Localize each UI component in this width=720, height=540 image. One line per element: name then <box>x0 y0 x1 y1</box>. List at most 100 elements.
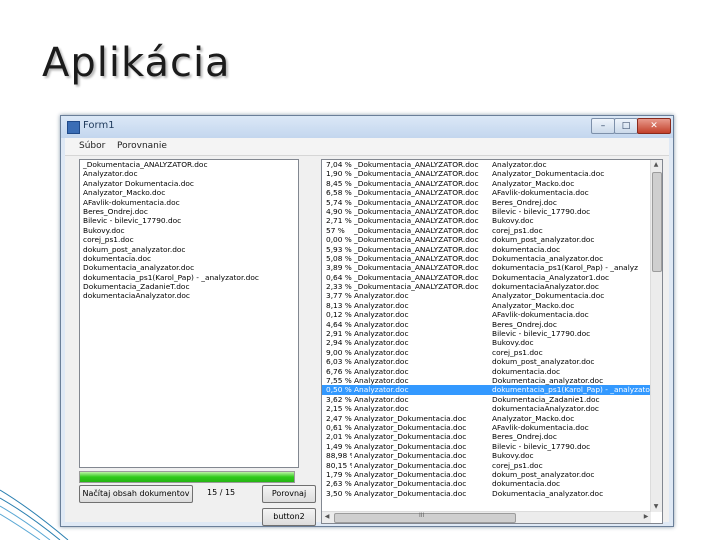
file-list-item[interactable]: Analyzator_Macko.doc <box>80 188 298 197</box>
result-row[interactable]: 5,74 % _Dokumentacia_ANALYZATOR.doc Beres_… <box>322 198 650 207</box>
scroll-down-icon[interactable]: ▼ <box>651 502 661 512</box>
result-row[interactable]: 0,50 % Analyzator.doc dokumentacia_ps1(Kar… <box>322 385 650 395</box>
result-row[interactable]: 6,76 % Analyzator.doc dokumentacia.doc <box>322 367 650 376</box>
result-row[interactable]: 5,93 % _Dokumentacia_ANALYZATOR.doc dokume… <box>322 245 650 254</box>
result-row[interactable]: 57 % _Dokumentacia_ANALYZATOR.doc corej_ps… <box>322 226 650 235</box>
result-row[interactable]: 0,61 % Analyzator_Dokumentacia.doc AFavlik… <box>322 423 650 432</box>
result-row[interactable]: 0,64 % _Dokumentacia_ANALYZATOR.doc Dokume… <box>322 273 650 282</box>
close-button[interactable]: ✕ <box>637 118 671 134</box>
vertical-scroll-thumb[interactable] <box>652 172 662 272</box>
result-row[interactable]: 3,89 % _Dokumentacia_ANALYZATOR.doc dokume… <box>322 263 650 272</box>
result-doc-b: dokumentacia.doc <box>492 244 561 254</box>
result-row[interactable]: 1,49 % Analyzator_Dokumentacia.doc Bilevic… <box>322 442 650 451</box>
result-doc-a: Analyzator.doc <box>354 291 409 301</box>
file-list-item[interactable]: dokumentacia_ps1(Karol_Pap) - _analyzato… <box>80 273 298 282</box>
result-doc-a: Analyzator.doc <box>354 366 409 376</box>
result-row[interactable]: 8,45 % _Dokumentacia_ANALYZATOR.doc Analyz… <box>322 179 650 188</box>
file-list-item[interactable]: dokumentacia.doc <box>80 254 298 263</box>
result-doc-a: _Dokumentacia_ANALYZATOR.doc <box>354 282 479 292</box>
window-title: Form1 <box>83 120 115 131</box>
file-list-item[interactable]: Bukovy.doc <box>80 226 298 235</box>
result-row[interactable]: 0,12 % Analyzator.doc AFavlik-dokumentacia… <box>322 310 650 319</box>
result-row[interactable]: 3,62 % Analyzator.doc Dokumentacia_Zadanie… <box>322 395 650 404</box>
file-list-item[interactable]: Analyzator Dokumentacia.doc <box>80 179 298 188</box>
vertical-scrollbar[interactable]: ▲ ▼ <box>650 160 662 512</box>
result-doc-a: Analyzator.doc <box>354 385 409 395</box>
maximize-button[interactable]: □ <box>614 118 638 134</box>
result-row[interactable]: 2,91 % Analyzator.doc Bilevic - bilevic_17… <box>322 329 650 338</box>
result-similarity: 6,03 % <box>326 357 352 367</box>
result-row[interactable]: 88,98 %Analyzator_Dokumentacia.doc Bukovy… <box>322 451 650 460</box>
results-list-box[interactable]: 7,04 % _Dokumentacia_ANALYZATOR.doc Analyz… <box>321 159 663 524</box>
result-similarity: 4,90 % <box>326 206 352 216</box>
menu-porovnanie[interactable]: Porovnanie <box>117 141 167 151</box>
scroll-right-icon[interactable]: ▶ <box>641 512 651 522</box>
load-documents-button[interactable]: Načítaj obsah dokumentov <box>79 485 193 503</box>
result-row[interactable]: 9,00 % Analyzator.doc corej_ps1.doc <box>322 348 650 357</box>
result-row[interactable]: 2,63 % Analyzator_Dokumentacia.doc dokumen… <box>322 479 650 488</box>
result-doc-b: AFavlik-dokumentacia.doc <box>492 188 589 198</box>
file-list-item[interactable]: _Dokumentacia_ANALYZATOR.doc <box>80 160 298 169</box>
result-doc-b: Bilevic - bilevic_17790.doc <box>492 206 591 216</box>
result-similarity: 2,63 % <box>326 479 352 489</box>
result-row[interactable]: 1,79 % Analyzator_Dokumentacia.doc dokum_p… <box>322 470 650 479</box>
result-similarity: 6,58 % <box>326 188 352 198</box>
file-list-item[interactable]: Bilevic - bilevic_17790.doc <box>80 216 298 225</box>
file-list-item[interactable]: dokumentaciaAnalyzator.doc <box>80 291 298 300</box>
document-count: 15 / 15 <box>207 488 236 497</box>
result-doc-a: Analyzator.doc <box>354 319 409 329</box>
file-list-item[interactable]: Dokumentacia_ZadanieT.doc <box>80 282 298 291</box>
result-row[interactable]: 0,00 % _Dokumentacia_ANALYZATOR.doc dokum_… <box>322 235 650 244</box>
result-row[interactable]: 7,55 % Analyzator.doc Dokumentacia_analyza… <box>322 376 650 385</box>
compare-button[interactable]: Porovnaj <box>262 485 316 503</box>
result-doc-b: dokumentacia_ps1(Karol_Pap) - _analyz <box>492 263 639 273</box>
result-similarity: 3,89 % <box>326 263 352 273</box>
menu-subor[interactable]: Súbor <box>79 141 105 151</box>
horizontal-scrollbar[interactable]: ◀ III ▶ <box>322 511 651 523</box>
minimize-button[interactable]: – <box>591 118 615 134</box>
result-row[interactable]: 8,13 % Analyzator.doc Analyzator_Macko.doc <box>322 301 650 310</box>
result-similarity: 5,08 % <box>326 253 352 263</box>
result-row[interactable]: 6,03 % Analyzator.doc dokum_post_analyzato… <box>322 357 650 366</box>
result-row[interactable]: 2,47 % Analyzator_Dokumentacia.doc Analyza… <box>322 414 650 423</box>
result-row[interactable]: 1,90 % _Dokumentacia_ANALYZATOR.doc Analyz… <box>322 169 650 178</box>
app-icon <box>67 121 80 134</box>
result-row[interactable]: 2,01 % Analyzator_Dokumentacia.doc Beres_O… <box>322 432 650 441</box>
file-list-item[interactable]: Analyzator.doc <box>80 169 298 178</box>
result-similarity: 80,15 % <box>326 460 352 470</box>
result-similarity: 9,00 % <box>326 347 352 357</box>
file-list-item[interactable]: Beres_Ondrej.doc <box>80 207 298 216</box>
result-similarity: 2,71 % <box>326 216 352 226</box>
result-row[interactable]: 4,90 % _Dokumentacia_ANALYZATOR.doc Bilevi… <box>322 207 650 216</box>
result-doc-b: dokumentaciaAnalyzator.doc <box>492 404 599 414</box>
result-row[interactable]: 4,64 % Analyzator.doc Beres_Ondrej.doc <box>322 320 650 329</box>
result-row[interactable]: 6,58 % _Dokumentacia_ANALYZATOR.doc AFavli… <box>322 188 650 197</box>
file-list-item[interactable]: corej_ps1.doc <box>80 235 298 244</box>
result-row[interactable]: 2,71 % _Dokumentacia_ANALYZATOR.doc Bukovy… <box>322 216 650 225</box>
result-row[interactable]: 7,04 % _Dokumentacia_ANALYZATOR.doc Analyz… <box>322 160 650 169</box>
file-list-item[interactable]: AFavlik-dokumentacia.doc <box>80 198 298 207</box>
result-row[interactable]: 5,08 % _Dokumentacia_ANALYZATOR.doc Dokume… <box>322 254 650 263</box>
result-doc-b: Beres_Ondrej.doc <box>492 197 557 207</box>
file-list-box[interactable]: _Dokumentacia_ANALYZATOR.doc Analyzator.d… <box>79 159 299 468</box>
result-doc-a: _Dokumentacia_ANALYZATOR.doc <box>354 225 479 235</box>
result-row[interactable]: 2,15 % Analyzator.doc dokumentaciaAnalyzat… <box>322 404 650 413</box>
button2[interactable]: button2 <box>262 508 316 526</box>
menu-bar: Súbor Porovnanie <box>65 138 669 156</box>
result-row[interactable]: 2,94 % Analyzator.doc Bukovy.doc <box>322 338 650 347</box>
result-row[interactable]: 80,15 %Analyzator_Dokumentacia.doc corej_… <box>322 461 650 470</box>
file-list-item[interactable]: dokum_post_analyzator.doc <box>80 245 298 254</box>
result-similarity: 1,49 % <box>326 441 352 451</box>
result-doc-b: dokum_post_analyzator.doc <box>492 357 595 367</box>
horizontal-scroll-thumb[interactable]: III <box>334 512 516 523</box>
result-row[interactable]: 2,33 % _Dokumentacia_ANALYZATOR.doc dokume… <box>322 282 650 291</box>
result-row[interactable]: 3,77 % Analyzator.doc Analyzator_Dokumenta… <box>322 291 650 300</box>
window-titlebar[interactable]: Form1 – □ ✕ <box>61 116 673 138</box>
scroll-left-icon[interactable]: ◀ <box>322 512 332 522</box>
scroll-up-icon[interactable]: ▲ <box>651 160 661 170</box>
result-doc-b: corej_ps1.doc <box>492 460 543 470</box>
file-list-item[interactable]: Dokumentacia_analyzator.doc <box>80 263 298 272</box>
result-doc-b: Analyzator_Macko.doc <box>492 178 575 188</box>
result-doc-a: _Dokumentacia_ANALYZATOR.doc <box>354 244 479 254</box>
result-row[interactable]: 3,50 % Analyzator_Dokumentacia.doc Dokumen… <box>322 489 650 498</box>
